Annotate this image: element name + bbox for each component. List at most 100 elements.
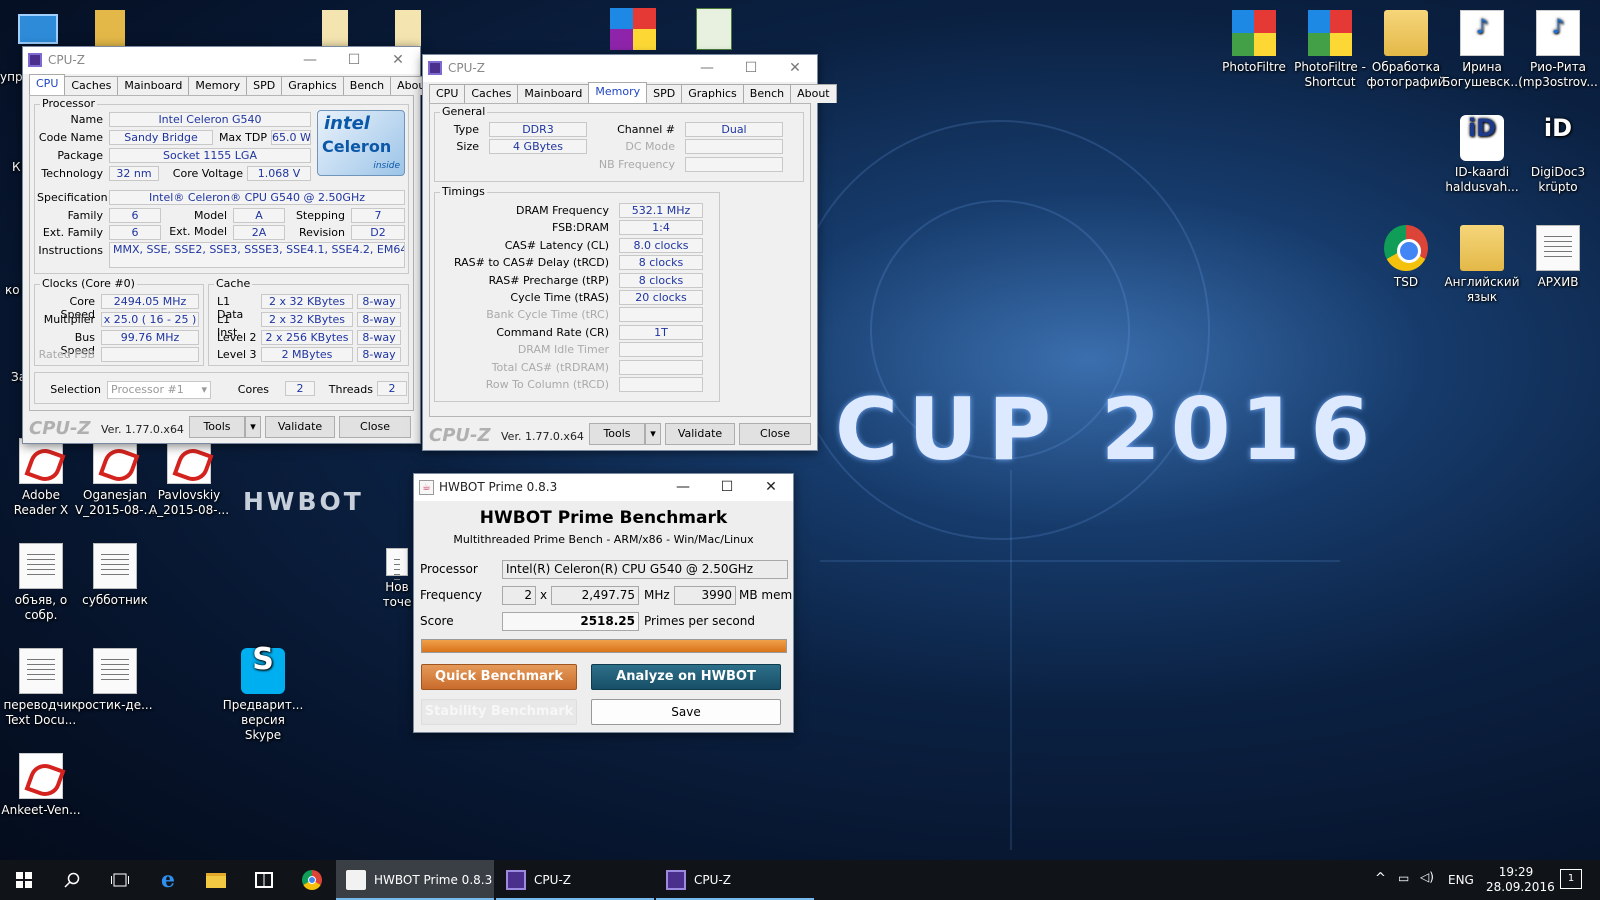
tools-dropdown-button[interactable]: ▾ <box>245 416 261 438</box>
network-icon[interactable]: ▭ <box>1398 871 1409 885</box>
tab-bench[interactable]: Bench <box>342 76 392 95</box>
title-bar[interactable]: CPU-Z — ☐ ✕ <box>23 47 420 74</box>
partial-doc-icon[interactable] <box>322 10 348 46</box>
partial-desktop-icon[interactable] <box>18 14 58 44</box>
notification-center-icon[interactable]: 1 <box>1560 869 1582 889</box>
desktop-icon-angl[interactable]: Английский язык <box>1441 225 1523 305</box>
desktop-icon-photofiltre[interactable]: PhotoFiltre <box>1213 10 1295 75</box>
tab-graphics[interactable]: Graphics <box>681 84 744 103</box>
task-view-icon[interactable] <box>96 860 144 900</box>
edge-icon[interactable]: e <box>144 860 192 900</box>
tab-memory[interactable]: Memory <box>188 76 248 95</box>
chrome-icon[interactable] <box>288 860 336 900</box>
timings-group: Timings DRAM Frequency 532.1 MHz FSB:DRAM 1… <box>434 185 720 402</box>
store-icon[interactable] <box>240 860 288 900</box>
desktop-icon-perevodchik[interactable]: переводчик Text Docu... <box>0 648 82 728</box>
volume-icon[interactable]: ◁) <box>1420 870 1434 884</box>
tab-bench[interactable]: Bench <box>742 84 792 103</box>
document-icon <box>386 548 408 581</box>
tab-caches[interactable]: Caches <box>464 84 519 103</box>
skype-icon: S <box>241 645 285 694</box>
taskbar: e HWBOT Prime 0.8.3 CPU-Z CPU-Z ^ ▭ ◁) E… <box>0 860 1600 900</box>
tab-cpu[interactable]: CPU <box>429 84 466 103</box>
maximize-button[interactable]: ☐ <box>729 55 773 82</box>
cpu-panel: Processor Name Intel Celeron G540 Code N… <box>29 95 414 411</box>
corevoltage-value: 1.068 V <box>247 166 311 181</box>
desktop-icon-obyav[interactable]: объяв, о собр. <box>0 543 82 623</box>
desktop-icon-arhiv[interactable]: АРХИВ <box>1517 225 1599 290</box>
selection-row: Selection Processor #1 ▾ Cores 2 Threads … <box>34 372 409 404</box>
minimize-button[interactable]: — <box>288 47 332 74</box>
desktop-icon-tsd[interactable]: TSD <box>1365 225 1447 290</box>
desktop-icon-skype[interactable]: S Предварит... версия Skype <box>222 645 304 743</box>
maximize-button[interactable]: ☐ <box>705 474 749 501</box>
desktop-icon-obrabotka[interactable]: Обработка фотографий <box>1365 10 1447 90</box>
cpuz-cpu-window[interactable]: CPU-Z — ☐ ✕ CPU Caches Mainboard Memory … <box>22 46 437 444</box>
timing-value <box>619 307 703 323</box>
general-group: General Type DDR3 Channel # Dual Size 4 … <box>434 105 804 182</box>
ratedfsb-label: Rated FSB <box>38 348 95 361</box>
tab-spd[interactable]: SPD <box>246 76 283 95</box>
package-value: Socket 1155 LGA <box>109 148 311 163</box>
tools-button[interactable]: Tools <box>189 416 245 438</box>
tab-cpu[interactable]: CPU <box>29 74 66 95</box>
taskbar-app-cpuz-2[interactable]: CPU-Z <box>656 860 814 900</box>
stability-benchmark-button[interactable]: Stability Benchmark <box>421 699 577 725</box>
desktop-icon-pavlovskiy[interactable]: Pavlovskiy A_2015-08-... <box>148 438 230 518</box>
desktop-icon-photofiltre-shortcut[interactable]: PhotoFiltre - Shortcut <box>1289 10 1371 90</box>
language-indicator[interactable]: ENG <box>1448 873 1474 887</box>
tab-mainboard[interactable]: Mainboard <box>117 76 190 95</box>
file-explorer-icon[interactable] <box>192 860 240 900</box>
minimize-button[interactable]: — <box>685 55 729 82</box>
desktop-icon-oganesjan[interactable]: Oganesjan V_2015-08-... <box>74 438 156 518</box>
app-icon[interactable] <box>610 8 656 50</box>
folder-icon <box>1384 10 1428 56</box>
validate-button[interactable]: Validate <box>265 416 335 438</box>
desktop-icon-digidoc[interactable]: iD DigiDoc3 krüpto <box>1517 115 1599 195</box>
search-icon[interactable] <box>48 860 96 900</box>
chevron-up-icon[interactable]: ^ <box>1375 871 1386 886</box>
partial-doc-icon[interactable] <box>395 10 421 46</box>
save-button[interactable]: Save <box>591 699 781 725</box>
clock[interactable]: 19:29 28.09.2016 <box>1486 865 1555 895</box>
desktop-icon-ankeet[interactable]: Ankeet-Ven... <box>0 753 82 818</box>
wallpaper-logo: HWBOT <box>243 487 364 516</box>
hwbot-prime-window[interactable]: ☕ HWBOT Prime 0.8.3 — ☐ ✕ HWBOT Prime Be… <box>413 473 794 733</box>
tab-graphics[interactable]: Graphics <box>281 76 344 95</box>
close-window-button[interactable]: ✕ <box>749 474 793 501</box>
spreadsheet-icon[interactable] <box>696 8 732 50</box>
desktop-icon-subbotnik[interactable]: субботник <box>74 543 156 608</box>
cpuz-memory-window[interactable]: CPU-Z — ☐ ✕ CPU Caches Mainboard Memory … <box>422 54 837 451</box>
desktop-icon-idkaardi[interactable]: iD ID-kaardi haldusvah... <box>1441 115 1523 195</box>
desktop-icon-adobe[interactable]: Adobe Reader X <box>0 438 82 518</box>
close-button[interactable]: Close <box>339 416 411 438</box>
title-bar[interactable]: ☕ HWBOT Prime 0.8.3 — ☐ ✕ <box>414 474 793 501</box>
maximize-button[interactable]: ☐ <box>332 47 376 74</box>
validate-button[interactable]: Validate <box>665 423 735 445</box>
analyze-on-hwbot-button[interactable]: Analyze on HWBOT <box>591 664 781 690</box>
close-button[interactable]: Close <box>739 423 811 445</box>
tab-caches[interactable]: Caches <box>64 76 119 95</box>
desktop-icon-rostik[interactable]: ростик-де... <box>74 648 156 713</box>
minimize-button[interactable]: — <box>661 474 705 501</box>
windows-start-icon[interactable] <box>0 860 48 900</box>
tab-about[interactable]: About <box>790 84 837 103</box>
tab-spd[interactable]: SPD <box>646 84 683 103</box>
partial-label[interactable]: упр <box>0 70 23 85</box>
desktop-icon-nov[interactable]: Нов точе <box>380 548 414 610</box>
taskbar-app-hwbot[interactable]: HWBOT Prime 0.8.3 <box>336 860 494 900</box>
taskbar-app-cpuz-1[interactable]: CPU-Z <box>496 860 654 900</box>
title-bar[interactable]: CPU-Z — ☐ ✕ <box>423 55 817 82</box>
l3-label: Level 3 <box>217 348 257 361</box>
tools-dropdown-button[interactable]: ▾ <box>645 423 661 445</box>
close-window-button[interactable]: ✕ <box>376 47 420 74</box>
quick-benchmark-button[interactable]: Quick Benchmark <box>421 664 577 690</box>
desktop-icon-irina[interactable]: ♪ Ирина Богушевск... <box>1441 10 1523 90</box>
tab-mainboard[interactable]: Mainboard <box>517 84 590 103</box>
desktop-icon-rio[interactable]: ♪ Рио-Рита (mp3ostrov... <box>1517 10 1599 90</box>
selection-dropdown[interactable]: Processor #1 ▾ <box>107 381 211 399</box>
tools-button[interactable]: Tools <box>589 423 645 445</box>
partial-folder-icon[interactable] <box>95 10 125 46</box>
close-window-button[interactable]: ✕ <box>773 55 817 82</box>
tab-memory[interactable]: Memory <box>588 82 648 103</box>
